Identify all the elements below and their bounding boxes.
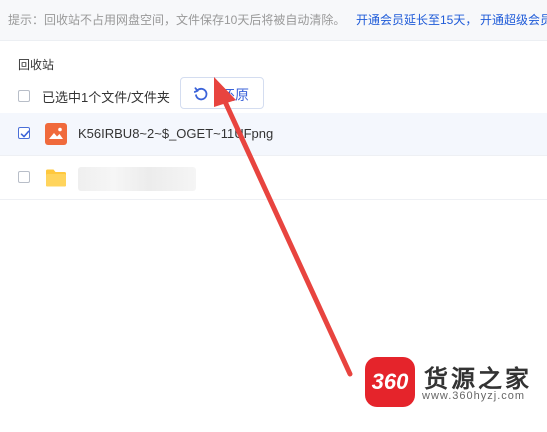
brand-logo-text: 360 [371,369,409,394]
folder-icon [46,169,66,187]
select-all-checkbox[interactable] [18,90,30,102]
selection-status: 已选中1个文件/文件夹 [42,90,170,105]
notice-tip: 提示：回收站不占用网盘空间，文件保存10天后将被自动清除。 [8,13,346,27]
breadcrumb: 回收站 [18,58,55,72]
super-membership-link[interactable]: 开通超级会员 [480,0,547,40]
brand-name: 货源之家 [424,366,532,393]
recycle-bin-page: 提示：回收站不占用网盘空间，文件保存10天后将被自动清除。 开通会员延长至15天… [0,0,547,432]
file-checkbox[interactable] [18,171,30,183]
extend-membership-link[interactable]: 开通会员延长至15天， [356,0,477,40]
file-row[interactable]: K56IRBU8~2~$_OGET~11UFpng [0,113,547,156]
watermark: 360 货源之家 www.360hyzj.com [362,352,547,412]
file-checkbox-checked[interactable] [18,127,30,139]
file-name[interactable]: K56IRBU8~2~$_OGET~11UFpng [78,126,273,141]
image-file-icon [45,123,67,145]
restore-button[interactable]: 还原 [180,77,264,109]
brand-url: www.360hyzj.com [422,390,526,402]
notice-bar: 提示：回收站不占用网盘空间，文件保存10天后将被自动清除。 开通会员延长至15天… [0,0,547,41]
checkmark-icon [20,130,30,138]
restore-button-label: 还原 [221,87,249,103]
brand-logo: 360 [365,357,415,407]
file-row[interactable] [0,157,547,200]
restore-icon [193,87,208,101]
blurred-folder-name[interactable] [78,167,196,191]
toolbar: 已选中1个文件/文件夹 还原 [0,74,547,114]
